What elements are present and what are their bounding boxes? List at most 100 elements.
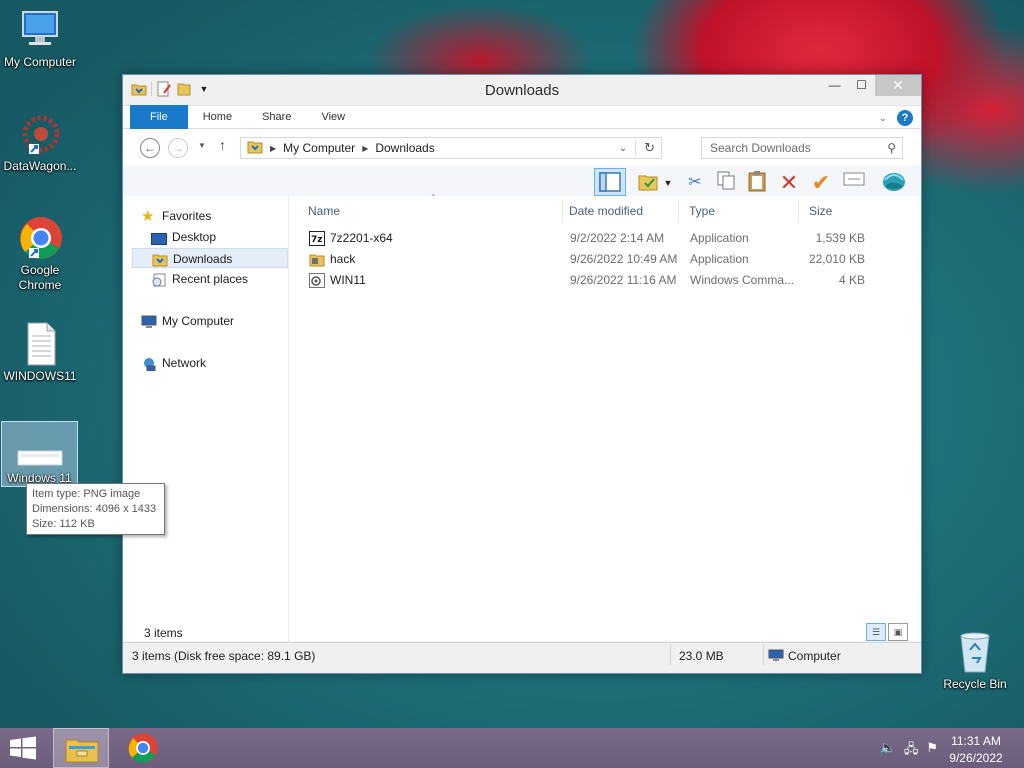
desktop-icon-windows11-file[interactable]: WINDOWS11	[0, 322, 80, 384]
chrome-icon	[128, 733, 158, 763]
expand-ribbon-icon[interactable]: ⌄	[879, 113, 887, 124]
column-header-type[interactable]: Type	[679, 200, 799, 222]
command-toolbar: ▼ ✂ ✕ ✔	[123, 165, 921, 199]
system-tray: 🔈 🖧 ⚑ 11:31 AM 9/26/2022	[854, 728, 1024, 768]
refresh-icon[interactable]: ↻	[644, 140, 655, 156]
volume-muted-icon[interactable]: 🔈	[880, 740, 896, 762]
desktop-icon-label: DataWagon...	[3, 159, 77, 173]
status-location: Computer	[768, 649, 841, 665]
title-bar: ▼ Downloads — ☐ ✕	[123, 75, 921, 105]
breadcrumb-separator-icon: ▶	[362, 143, 369, 153]
properties-icon[interactable]	[841, 170, 867, 196]
file-date: 9/26/2022 11:16 AM	[570, 273, 677, 287]
network-status-icon[interactable]: 🖧	[904, 740, 919, 762]
file-size: 1,539 KB	[815, 231, 865, 245]
taskbar-file-explorer[interactable]	[53, 728, 109, 768]
action-center-icon[interactable]: ⚑	[926, 740, 938, 762]
file-name: WIN11	[330, 273, 366, 287]
maximize-button[interactable]: ☐	[848, 75, 875, 96]
search-input[interactable]: Search Downloads ⚲	[701, 137, 903, 159]
desktop-icon-label: Recycle Bin	[943, 677, 1007, 691]
file-row[interactable]: hack 9/26/2022 10:49 AM Application 22,0…	[300, 249, 880, 270]
desktop-icon-google-chrome[interactable]: Google Chrome	[0, 216, 80, 293]
ribbon-tabs: File Home Share View ⌄ ?	[123, 105, 921, 129]
paste-icon[interactable]	[744, 170, 770, 196]
nav-network[interactable]: Network	[141, 353, 281, 373]
delete-icon[interactable]: ✕	[776, 170, 802, 196]
address-bar[interactable]: ▶ My Computer ▶ Downloads ⌄ ↻	[240, 137, 662, 159]
help-icon[interactable]: ?	[897, 110, 913, 126]
file-row[interactable]: WIN11 9/26/2022 11:16 AM Windows Comma..…	[300, 270, 880, 291]
nav-downloads[interactable]: Downloads	[132, 248, 288, 268]
back-button[interactable]: ←	[140, 138, 160, 158]
details-view-icon[interactable]: ☰	[866, 623, 886, 641]
column-header-name[interactable]: Name	[298, 200, 563, 222]
desktop-icon-label: Google Chrome	[18, 263, 62, 292]
text-document-icon	[17, 322, 63, 366]
7zip-icon: 7z	[309, 231, 325, 247]
recent-places-icon	[151, 273, 167, 287]
toolbar-dropdown-icon[interactable]: ▼	[661, 170, 675, 196]
desktop-icon-label: WINDOWS11	[3, 369, 77, 383]
desktop-icon-windows11-image[interactable]: Windows 11	[1, 421, 78, 487]
up-button[interactable]: ↑	[219, 137, 226, 153]
file-type: Windows Comma...	[690, 273, 795, 287]
address-dropdown-icon[interactable]: ⌄	[619, 143, 627, 154]
taskbar-chrome[interactable]	[115, 728, 171, 768]
navigation-bar: ← → ▼ ↑ ▶ My Computer ▶ Downloads ⌄ ↻ Se…	[123, 129, 921, 165]
clock-time: 11:31 AM	[951, 734, 1001, 748]
svg-text:7z: 7z	[311, 235, 323, 245]
content-area: ★ Favorites Desktop Downloads Recent plac…	[123, 193, 921, 641]
chrome-icon	[17, 216, 63, 260]
close-button[interactable]: ✕	[875, 75, 921, 96]
file-tooltip: Item type: PNG image Dimensions: 4096 x …	[26, 483, 165, 535]
tab-home[interactable]: Home	[188, 105, 247, 129]
column-header-size[interactable]: Size	[799, 200, 879, 222]
nav-recent-places[interactable]: Recent places	[151, 269, 281, 289]
desktop-icon-my-computer[interactable]: My Computer	[0, 8, 80, 70]
tab-file[interactable]: File	[130, 105, 188, 129]
forward-button[interactable]: →	[168, 138, 188, 158]
desktop-icon-recycle-bin[interactable]: Recycle Bin	[935, 630, 1015, 692]
cut-icon[interactable]: ✂	[682, 170, 708, 196]
file-size: 22,010 KB	[808, 252, 865, 266]
cmd-icon	[309, 273, 325, 289]
rename-icon[interactable]: ✔	[808, 170, 834, 196]
nav-desktop[interactable]: Desktop	[151, 227, 281, 247]
clock[interactable]: 11:31 AM 9/26/2022	[946, 733, 1006, 767]
tooltip-item-type: Item type: PNG image	[32, 488, 141, 500]
copy-icon[interactable]	[713, 170, 739, 196]
recent-locations-icon[interactable]: ▼	[198, 141, 206, 150]
preview-pane-icon[interactable]	[594, 168, 626, 196]
view-switcher: ☰ ▣	[866, 623, 908, 641]
search-icon: ⚲	[887, 141, 896, 155]
image-file-icon	[17, 448, 63, 468]
nav-my-computer[interactable]: My Computer	[141, 311, 281, 331]
status-disk-space: 3 items (Disk free space: 89.1 GB)	[132, 649, 316, 663]
move-to-folder-icon[interactable]	[635, 170, 661, 196]
tab-view[interactable]: View	[306, 105, 360, 129]
recycle-bin-icon	[952, 630, 998, 674]
desktop-icon-label: My Computer	[3, 55, 77, 69]
column-header-date[interactable]: Date modified	[559, 200, 679, 222]
minimize-button[interactable]: —	[821, 75, 848, 96]
start-button[interactable]	[8, 736, 38, 760]
file-date: 9/26/2022 10:49 AM	[570, 252, 678, 266]
windows-logo-icon	[10, 736, 36, 760]
breadcrumb-my-computer[interactable]: My Computer	[283, 141, 355, 155]
file-name: 7z2201-x64	[330, 231, 393, 245]
breadcrumb-downloads[interactable]: Downloads	[375, 141, 434, 155]
tooltip-size: Size: 112 KB	[32, 518, 95, 530]
explorer-window: ▼ Downloads — ☐ ✕ File Home Share View ⌄…	[122, 74, 922, 674]
file-row[interactable]: 7z 7z2201-x64 9/2/2022 2:14 AM Applicatio…	[300, 228, 880, 249]
items-count: 3 items	[144, 626, 183, 640]
file-list: ⌃ Name Date modified Type Size 7z 7z2201-…	[290, 193, 921, 641]
status-size: 23.0 MB	[679, 649, 724, 663]
tab-share[interactable]: Share	[247, 105, 306, 129]
desktop-icon-datawagon[interactable]: DataWagon...	[0, 112, 80, 174]
large-icons-view-icon[interactable]: ▣	[888, 623, 908, 641]
shell-globe-icon[interactable]	[881, 170, 907, 196]
clock-date: 9/26/2022	[949, 751, 1003, 765]
nav-favorites[interactable]: ★ Favorites	[141, 206, 281, 226]
network-icon	[141, 357, 157, 372]
